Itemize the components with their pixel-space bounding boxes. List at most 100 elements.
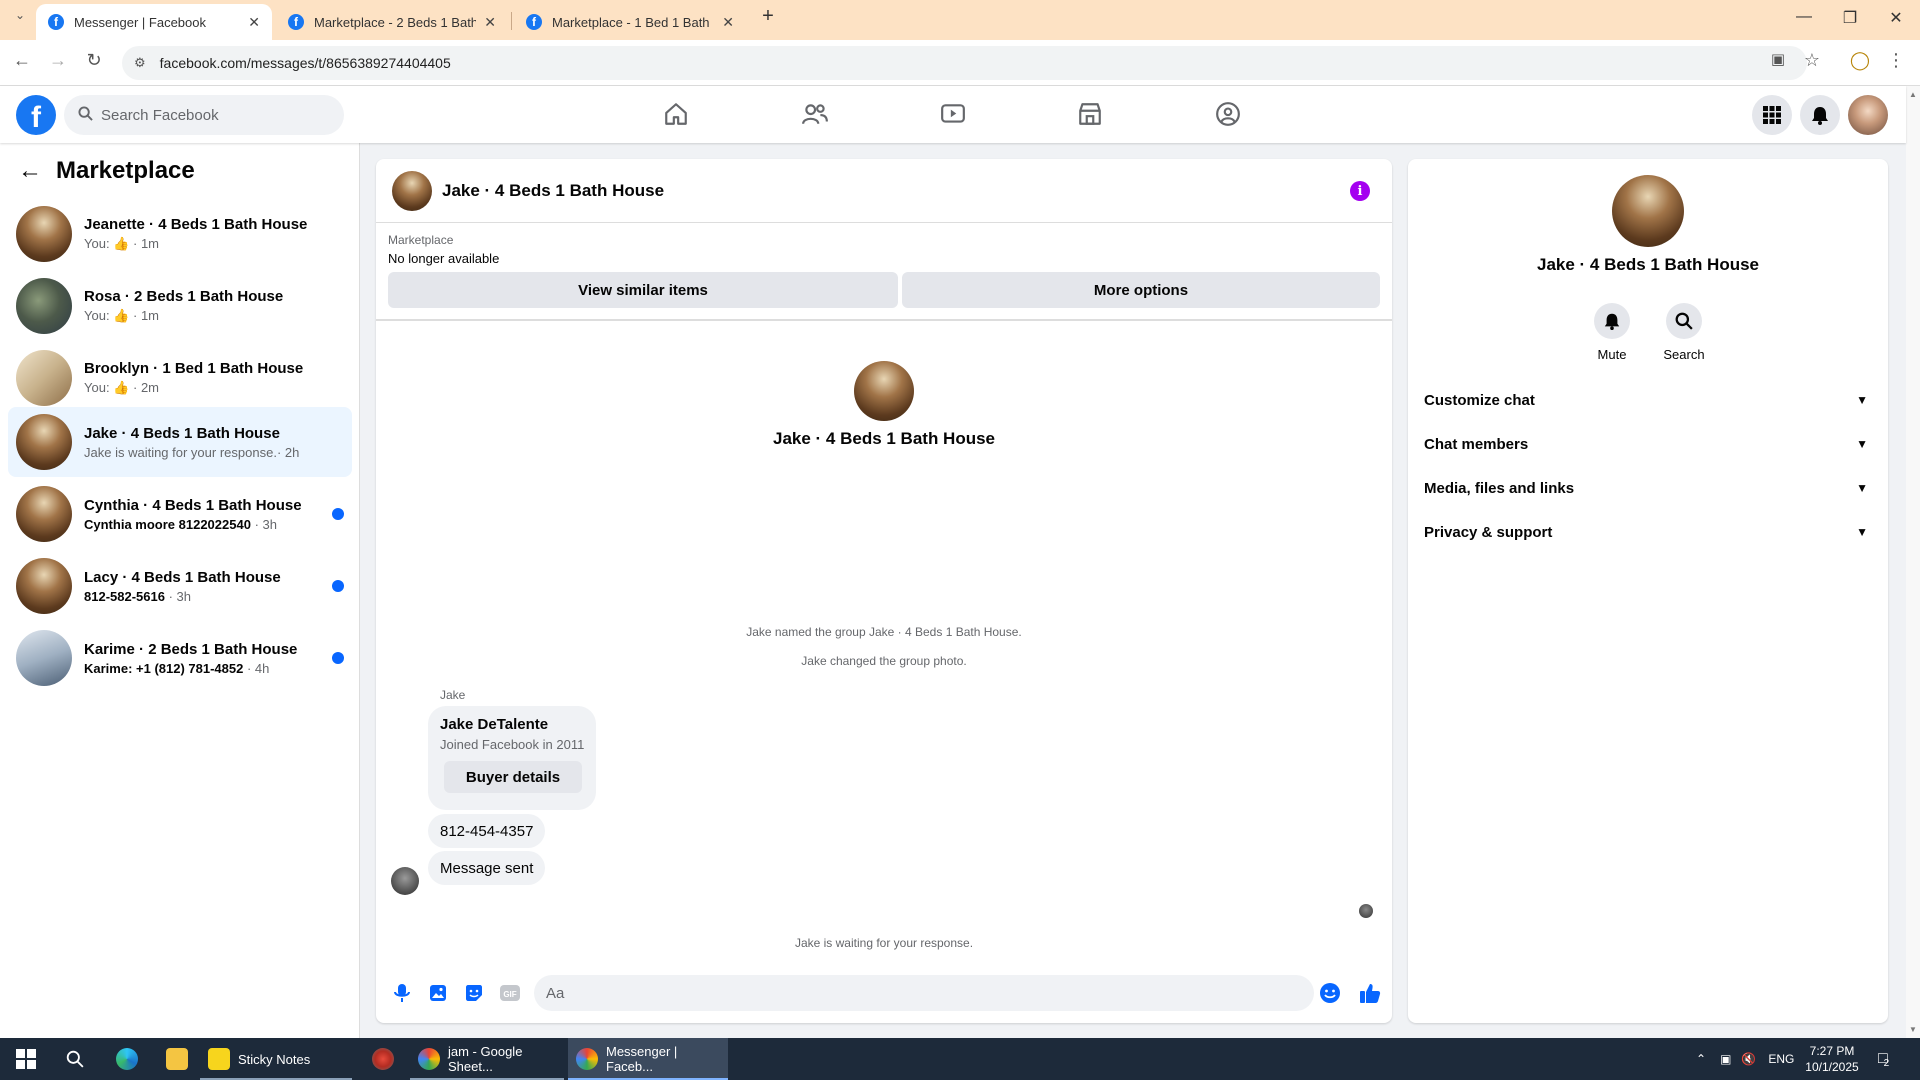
close-tab-icon[interactable]: ✕ <box>722 14 734 31</box>
scroll-down-icon[interactable]: ▼ <box>1909 1025 1917 1034</box>
new-tab-button[interactable]: + <box>756 5 780 28</box>
taskbar-label: jam - Google Sheet... <box>448 1044 523 1074</box>
tab-messenger[interactable]: f Messenger | Facebook ✕ <box>36 4 272 40</box>
section-privacy-support[interactable]: Privacy & support ▼ <box>1424 512 1872 552</box>
search-box[interactable] <box>64 95 344 135</box>
gaming-nav-icon[interactable] <box>1208 96 1248 132</box>
home-nav-icon[interactable] <box>656 96 696 132</box>
mute-action[interactable]: Mute <box>1580 303 1644 362</box>
install-app-icon[interactable]: ▣ <box>1766 50 1790 68</box>
section-customize-chat[interactable]: Customize chat ▼ <box>1424 380 1872 420</box>
notifications-button[interactable] <box>1800 95 1840 135</box>
photo-icon[interactable] <box>426 981 450 1005</box>
taskbar-file-explorer[interactable] <box>158 1038 204 1080</box>
taskbar-app[interactable] <box>364 1038 410 1080</box>
conversation-item[interactable]: Lacy · 4 Beds 1 Bath House 812-582-5616 … <box>8 551 352 621</box>
tab-marketplace-1-bed[interactable]: f Marketplace - 1 Bed 1 Bath Hou ✕ <box>514 4 746 40</box>
minimize-icon[interactable]: — <box>1792 8 1816 26</box>
conversation-item[interactable]: Jeanette · 4 Beds 1 Bath House You: 👍 · … <box>8 199 352 269</box>
tab-search-chevron-icon[interactable]: ⌄ <box>8 8 32 22</box>
start-button[interactable] <box>8 1038 44 1080</box>
conversation-item-selected[interactable]: Jake · 4 Beds 1 Bath House Jake is waiti… <box>8 407 352 477</box>
facebook-favicon-icon: f <box>48 14 64 30</box>
windows-logo-icon <box>16 1049 36 1069</box>
search-label: Search <box>1663 347 1705 362</box>
unread-dot <box>332 652 344 664</box>
network-icon[interactable]: ▣ <box>1720 1052 1731 1066</box>
conversation-item[interactable]: Cynthia · 4 Beds 1 Bath House Cynthia mo… <box>8 479 352 549</box>
panel-title: Marketplace <box>56 157 195 184</box>
back-icon[interactable]: ← <box>10 50 34 71</box>
tab-marketplace-2-beds[interactable]: f Marketplace - 2 Beds 1 Bath Ho ✕ <box>276 4 508 40</box>
sticker-icon[interactable] <box>462 981 486 1005</box>
taskbar-sticky-notes[interactable]: Sticky Notes <box>200 1038 352 1080</box>
notification-center-button[interactable]: □ 2 <box>1878 1038 1889 1080</box>
browser-menu-icon[interactable]: ⋮ <box>1884 50 1908 71</box>
chevron-down-icon: ▼ <box>1856 525 1868 539</box>
facebook-logo[interactable]: f <box>16 95 56 135</box>
tray-chevron-up-icon[interactable]: ⌃ <box>1696 1052 1706 1066</box>
forward-icon[interactable]: → <box>46 50 70 71</box>
language-indicator[interactable]: ENG <box>1768 1052 1794 1066</box>
view-similar-button[interactable]: View similar items <box>388 272 898 308</box>
close-tab-icon[interactable]: ✕ <box>248 14 260 31</box>
volume-muted-icon[interactable]: 🔇 <box>1741 1052 1756 1066</box>
message-bubble[interactable]: 812-454-4357 <box>428 814 546 848</box>
emoji-icon[interactable] <box>1318 981 1342 1005</box>
buyer-details-button[interactable]: Buyer details <box>444 761 582 793</box>
conversation-item[interactable]: Brooklyn · 1 Bed 1 Bath House You: 👍 · 2… <box>8 343 352 413</box>
section-media-files-links[interactable]: Media, files and links ▼ <box>1424 468 1872 508</box>
address-bar[interactable]: ⚙ facebook.com/messages/t/86563892744044… <box>122 46 1807 80</box>
chat-avatar[interactable] <box>392 170 432 211</box>
search-action[interactable]: Search <box>1652 303 1716 362</box>
taskbar-messenger[interactable]: Messenger | Faceb... <box>568 1038 728 1080</box>
video-nav-icon[interactable] <box>933 96 973 132</box>
close-tab-icon[interactable]: ✕ <box>484 14 496 31</box>
marketplace-nav-icon[interactable] <box>1070 96 1110 132</box>
profile-icon[interactable]: ◯ <box>1848 50 1872 71</box>
conversation-preview: Cynthia moore 8122022540 · 3h <box>84 517 324 532</box>
back-arrow-icon[interactable]: ← <box>18 157 42 185</box>
page-scrollbar[interactable]: ▲ ▼ <box>1906 86 1920 1038</box>
mute-bell-icon[interactable] <box>1594 303 1630 339</box>
edge-icon <box>116 1048 138 1070</box>
section-chat-members[interactable]: Chat members ▼ <box>1424 424 1872 464</box>
taskbar-search-button[interactable] <box>58 1038 92 1080</box>
menu-grid-button[interactable] <box>1752 95 1792 135</box>
microphone-icon[interactable] <box>390 981 414 1005</box>
window-close-icon[interactable]: ✕ <box>1884 8 1908 28</box>
conversation-preview: You: 👍 · 2m <box>84 380 324 396</box>
thumbs-up-send-icon[interactable] <box>1358 981 1382 1005</box>
info-icon[interactable]: i <box>1350 181 1370 201</box>
conversation-name: Brooklyn · 1 Bed 1 Bath House <box>84 360 304 377</box>
section-label: Media, files and links <box>1424 479 1575 497</box>
conversation-name: Jeanette · 4 Beds 1 Bath House <box>84 216 308 233</box>
gif-icon[interactable]: GIF <box>498 981 522 1005</box>
taskbar-google-sheets[interactable]: jam - Google Sheet... <box>410 1038 564 1080</box>
chat-title[interactable]: Jake · 4 Beds 1 Bath House <box>442 181 664 201</box>
conversation-preview: Jake is waiting for your response.· 2h <box>84 445 324 460</box>
conversation-preview: Karime: +1 (812) 781-4852 · 4h <box>84 661 324 676</box>
site-info-icon[interactable]: ⚙ <box>134 55 146 71</box>
account-avatar[interactable] <box>1848 95 1888 135</box>
reload-icon[interactable]: ↻ <box>82 50 106 71</box>
clock[interactable]: 7:27 PM 10/1/2025 <box>1796 1043 1868 1075</box>
search-input[interactable] <box>101 106 321 124</box>
message-input[interactable] <box>534 975 1314 1011</box>
bookmark-star-icon[interactable]: ☆ <box>1800 50 1824 71</box>
more-options-button[interactable]: More options <box>902 272 1380 308</box>
message-bubble[interactable]: Message sent <box>428 851 546 885</box>
conversation-preview: You: 👍 · 1m <box>84 236 324 252</box>
conversation-item[interactable]: Karime · 2 Beds 1 Bath House Karime: +1 … <box>8 623 352 693</box>
sender-avatar[interactable] <box>391 867 419 895</box>
friends-nav-icon[interactable] <box>795 96 835 132</box>
conversation-item[interactable]: Rosa · 2 Beds 1 Bath House You: 👍 · 1m <box>8 271 352 341</box>
restore-icon[interactable]: ❐ <box>1838 8 1862 28</box>
scroll-up-icon[interactable]: ▲ <box>1909 90 1917 99</box>
preview-time: · 1m <box>133 308 159 323</box>
search-conversation-icon[interactable] <box>1666 303 1702 339</box>
message-composer: GIF <box>376 969 1392 1017</box>
facebook-logo-letter: f <box>31 101 41 134</box>
taskbar-edge[interactable] <box>108 1038 154 1080</box>
waiting-status: Jake is waiting for your response. <box>794 936 974 950</box>
